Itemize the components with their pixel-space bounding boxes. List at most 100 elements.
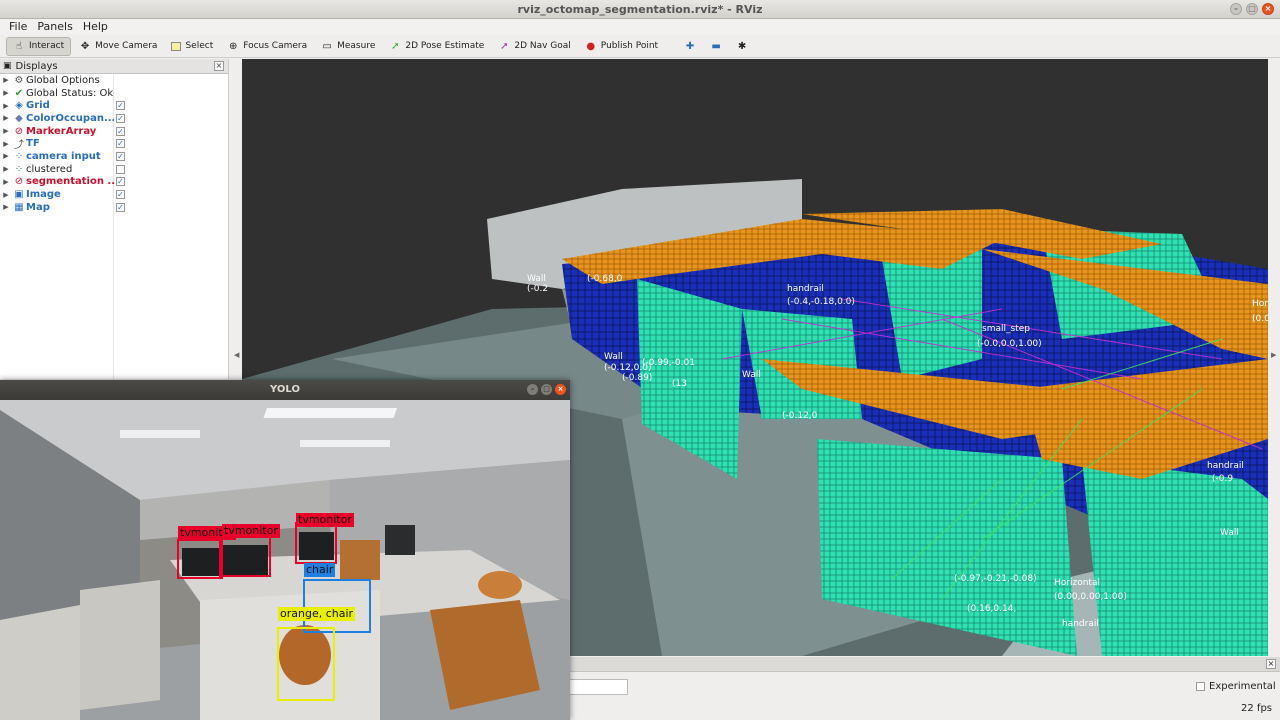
display-enabled-checkbox[interactable]: ✓ bbox=[116, 202, 125, 212]
display-item-label: TF bbox=[26, 138, 40, 150]
experimental-option[interactable]: Experimental bbox=[1196, 681, 1276, 692]
display-item[interactable]: ▶ ⊘ segmentation ... ✓ bbox=[0, 176, 228, 189]
display-enabled-checkbox[interactable]: ✓ bbox=[116, 101, 125, 111]
display-item-label: ColorOccupan... bbox=[26, 112, 114, 124]
display-item[interactable]: ▶ ◈ Grid ✓ bbox=[0, 99, 228, 112]
expand-arrow-icon[interactable]: ▶ bbox=[0, 191, 12, 199]
display-item[interactable]: ▶ ▣ Image ✓ bbox=[0, 188, 228, 201]
display-item-label: Image bbox=[26, 189, 61, 201]
expand-arrow-icon[interactable]: ▶ bbox=[0, 203, 12, 211]
detection-label: orange, chair bbox=[278, 607, 356, 621]
focus-camera-tool[interactable]: ⊕ Focus Camera bbox=[221, 37, 313, 56]
yolo-title-bar[interactable]: YOLO – □ × bbox=[0, 380, 570, 400]
expand-arrow-icon[interactable]: ▶ bbox=[0, 165, 12, 173]
display-item[interactable]: ▶ ⁘ camera input ✓ bbox=[0, 150, 228, 163]
window-controls: – □ × bbox=[1230, 3, 1274, 15]
expand-arrow-icon[interactable]: ▶ bbox=[0, 178, 12, 186]
grid-icon: ◈ bbox=[15, 100, 23, 112]
check-icon: ✔ bbox=[14, 87, 24, 99]
move-camera-icon: ✥ bbox=[80, 40, 90, 52]
yolo-window-controls: – □ × bbox=[527, 384, 566, 395]
detection-label: chair bbox=[304, 563, 336, 577]
green-arrow-icon: ➚ bbox=[391, 40, 400, 52]
close-time-panel-button[interactable]: × bbox=[1266, 659, 1276, 669]
remove-tool-button[interactable]: ▬ bbox=[704, 37, 728, 56]
pose-estimate-tool[interactable]: ➚ 2D Pose Estimate bbox=[383, 37, 490, 56]
publish-point-tool[interactable]: ● Publish Point bbox=[579, 37, 664, 56]
display-item[interactable]: ▶ ⤴ TF ✓ bbox=[0, 137, 228, 151]
display-item-label: Map bbox=[26, 201, 50, 213]
expand-arrow-icon[interactable]: ▶ bbox=[0, 140, 12, 148]
expand-arrow-icon[interactable]: ▶ bbox=[0, 152, 12, 160]
display-item-label: camera input bbox=[26, 150, 101, 162]
map-icon: ▦ bbox=[14, 201, 24, 213]
display-enabled-checkbox[interactable]: ✓ bbox=[116, 139, 125, 149]
detection-label: tvmonitor bbox=[296, 513, 354, 527]
menu-file[interactable]: File bbox=[4, 19, 32, 35]
display-enabled-checkbox[interactable] bbox=[116, 164, 125, 174]
expand-arrow-icon[interactable]: ▶ bbox=[0, 102, 12, 110]
marker-label: Wall bbox=[604, 352, 623, 362]
display-item[interactable]: ▶ ▦ Map ✓ bbox=[0, 201, 228, 214]
display-enabled-checkbox[interactable]: ✓ bbox=[116, 190, 125, 200]
marker-label: (13 bbox=[672, 379, 687, 389]
pointcloud-icon: ⁘ bbox=[14, 163, 24, 175]
time-input[interactable] bbox=[566, 679, 628, 695]
yolo-window: YOLO – □ × tvmonitor tvmonitor tvmonitor… bbox=[0, 380, 570, 720]
display-enabled-checkbox[interactable]: ✓ bbox=[116, 151, 125, 161]
add-tool-button[interactable]: ✚ bbox=[678, 37, 702, 56]
ruler-icon: ▭ bbox=[322, 40, 332, 52]
marker-label: Wall bbox=[1220, 528, 1239, 538]
detection-label: tvmonitor bbox=[222, 524, 280, 538]
focus-camera-icon: ⊕ bbox=[229, 40, 238, 52]
select-label: Select bbox=[185, 41, 214, 51]
experimental-checkbox[interactable] bbox=[1196, 682, 1205, 691]
expand-arrow-icon[interactable]: ▶ bbox=[0, 89, 12, 97]
tool-properties-button[interactable]: ✱ bbox=[730, 37, 754, 56]
select-tool[interactable]: Select bbox=[165, 37, 219, 56]
marker-label: (0.0 bbox=[1252, 314, 1268, 324]
yolo-maximize-button[interactable]: □ bbox=[541, 384, 552, 395]
expand-arrow-icon[interactable]: ▶ bbox=[0, 127, 12, 135]
office-scene bbox=[0, 400, 570, 720]
measure-label: Measure bbox=[337, 41, 376, 51]
marker-label: (-0.97,-0.21,-0.08) bbox=[954, 574, 1037, 584]
yolo-close-button[interactable]: × bbox=[555, 384, 566, 395]
close-displays-button[interactable]: × bbox=[214, 61, 224, 71]
gear-icon: ✱ bbox=[737, 40, 747, 52]
collapse-right-icon: ▶ bbox=[1271, 351, 1277, 359]
display-enabled-checkbox[interactable]: ✓ bbox=[116, 177, 125, 187]
maximize-button[interactable]: □ bbox=[1246, 3, 1258, 15]
display-item-label: segmentation ... bbox=[26, 176, 114, 188]
yolo-minimize-button[interactable]: – bbox=[527, 384, 538, 395]
interact-tool[interactable]: ☝ Interact bbox=[6, 36, 72, 56]
pointcloud-icon: ⁘ bbox=[14, 150, 24, 162]
close-button[interactable]: × bbox=[1262, 3, 1274, 15]
expand-arrow-icon[interactable]: ▶ bbox=[0, 76, 12, 84]
measure-tool[interactable]: ▭ Measure bbox=[315, 37, 381, 56]
purple-arrow-icon: ➚ bbox=[500, 40, 509, 52]
display-item[interactable]: ▶ ⊘ MarkerArray ✓ bbox=[0, 125, 228, 138]
right-splitter[interactable]: ▶ bbox=[1268, 59, 1280, 659]
display-enabled-checkbox[interactable]: ✓ bbox=[116, 113, 125, 123]
image-icon: ▣ bbox=[14, 189, 24, 201]
marker-label: Horizontal bbox=[1054, 578, 1100, 588]
menu-help[interactable]: Help bbox=[78, 19, 113, 35]
display-item[interactable]: ▶ ⚙ Global Options bbox=[0, 74, 228, 87]
display-item[interactable]: ▶ ✔ Global Status: Ok bbox=[0, 87, 228, 100]
marker-label: (-0.89) bbox=[622, 373, 652, 383]
minimize-button[interactable]: – bbox=[1230, 3, 1242, 15]
marker-label: Wall bbox=[742, 370, 761, 380]
focus-camera-label: Focus Camera bbox=[243, 41, 308, 51]
expand-arrow-icon[interactable]: ▶ bbox=[0, 114, 12, 122]
experimental-label: Experimental bbox=[1209, 681, 1276, 692]
display-item-label: Global Options bbox=[26, 74, 100, 86]
nav-goal-tool[interactable]: ➚ 2D Nav Goal bbox=[492, 37, 576, 56]
display-item[interactable]: ▶ ⁘ clustered bbox=[0, 163, 228, 176]
menu-panels[interactable]: Panels bbox=[32, 19, 77, 35]
display-item[interactable]: ▶ ◆ ColorOccupan... ✓ bbox=[0, 112, 228, 125]
move-camera-label: Move Camera bbox=[95, 41, 158, 51]
display-enabled-checkbox[interactable]: ✓ bbox=[116, 126, 125, 136]
display-item-label: Grid bbox=[26, 100, 50, 112]
move-camera-tool[interactable]: ✥ Move Camera bbox=[73, 37, 163, 56]
